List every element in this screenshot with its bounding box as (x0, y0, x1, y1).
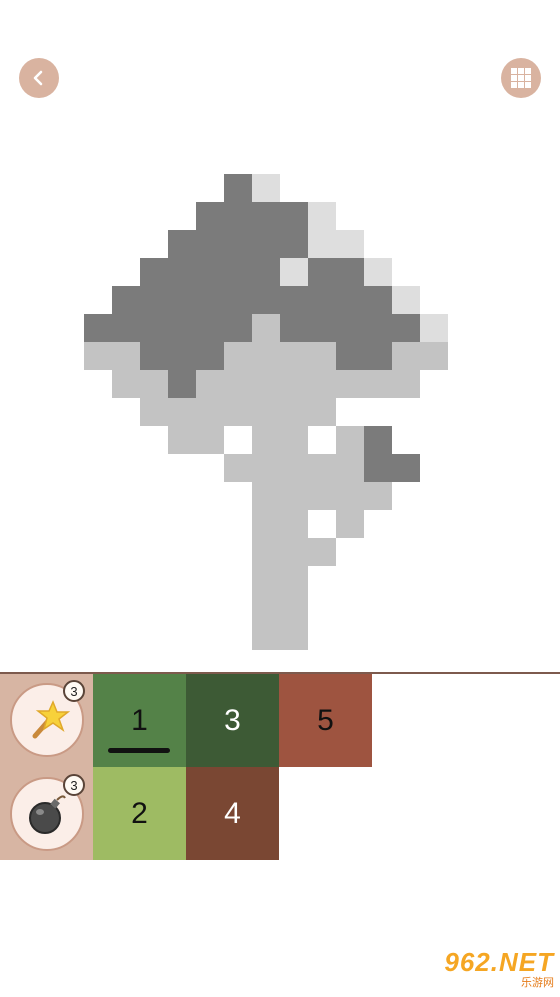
pixel-cell[interactable] (364, 454, 420, 482)
pixel-cell[interactable] (364, 426, 392, 454)
pixel-cell[interactable] (336, 342, 392, 370)
color-swatch-2[interactable]: 2 (93, 767, 186, 860)
swatch-number: 2 (131, 796, 148, 830)
color-swatch-3[interactable]: 3 (186, 674, 279, 767)
pixel-cell[interactable] (252, 622, 308, 650)
pixel-cell[interactable] (168, 426, 224, 454)
pixel-cell[interactable] (336, 510, 364, 538)
pixel-cell[interactable] (252, 538, 336, 566)
pixel-cell[interactable] (308, 454, 364, 482)
color-swatch-5[interactable]: 5 (279, 674, 372, 767)
pixel-cell[interactable] (280, 258, 308, 286)
pixel-cell[interactable] (168, 230, 308, 258)
pixel-cell[interactable] (252, 482, 308, 510)
swatch-number: 3 (224, 703, 241, 737)
pixel-cell[interactable] (308, 202, 336, 230)
pixel-cell[interactable] (224, 174, 252, 202)
selected-indicator (108, 748, 170, 753)
pixel-cell[interactable] (196, 202, 308, 230)
pixel-cell[interactable] (84, 314, 252, 342)
pixel-cell[interactable] (140, 258, 280, 286)
pixel-cell[interactable] (112, 286, 392, 314)
pixel-cell[interactable] (392, 286, 420, 314)
pixel-cell[interactable] (392, 342, 448, 370)
bomb-count-badge: 3 (63, 774, 85, 796)
pixel-cell[interactable] (280, 398, 336, 426)
pixel-art-canvas[interactable] (0, 0, 560, 670)
watermark-subtitle: 乐游网 (521, 977, 554, 989)
pixel-cell[interactable] (252, 566, 308, 594)
magic-wand-count-badge: 3 (63, 680, 85, 702)
pixel-cell[interactable] (420, 314, 448, 342)
pixel-cell[interactable] (252, 174, 280, 202)
color-swatch-4[interactable]: 4 (186, 767, 279, 860)
pixel-cell[interactable] (84, 342, 140, 370)
pixel-cell[interactable] (308, 258, 364, 286)
swatch-number: 5 (317, 703, 334, 737)
color-swatch-1[interactable]: 1 (93, 674, 186, 767)
pixel-cell[interactable] (224, 342, 336, 370)
watermark: 962.NET 乐游网 (422, 947, 554, 991)
pixel-cell[interactable] (252, 510, 308, 538)
pixel-cell[interactable] (308, 482, 392, 510)
magic-wand-icon (32, 700, 71, 739)
pixel-cell[interactable] (336, 426, 364, 454)
pixel-cell[interactable] (252, 426, 308, 454)
pixel-cell[interactable] (280, 314, 420, 342)
pixel-cell[interactable] (252, 594, 308, 622)
pixel-cell[interactable] (140, 398, 280, 426)
pixel-cell[interactable] (168, 370, 196, 398)
pixel-cell[interactable] (196, 370, 420, 398)
pixel-cell[interactable] (112, 370, 168, 398)
pixel-cell[interactable] (252, 314, 280, 342)
swatch-number: 4 (224, 796, 241, 830)
pixel-cell[interactable] (308, 230, 364, 258)
pixel-cell[interactable] (364, 258, 392, 286)
bomb-icon (29, 795, 66, 834)
swatch-number: 1 (131, 703, 148, 737)
pixel-cell[interactable] (140, 342, 224, 370)
